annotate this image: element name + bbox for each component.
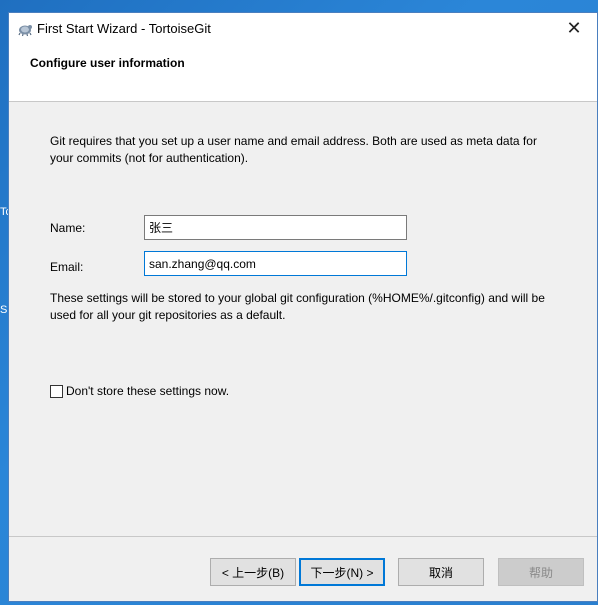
close-button[interactable]: ✕: [551, 13, 597, 44]
help-button[interactable]: 帮助: [498, 558, 584, 586]
name-label: Name:: [50, 221, 86, 235]
back-button[interactable]: < 上一步(B): [210, 558, 296, 586]
desktop-text-fragment: S: [0, 304, 8, 316]
tortoisegit-icon: [18, 25, 32, 37]
storage-note: These settings will be stored to your gl…: [50, 291, 545, 322]
next-button[interactable]: 下一步(N) >: [299, 558, 385, 586]
wizard-content: Git requires that you set up a user name…: [9, 102, 597, 537]
dont-store-label[interactable]: Don't store these settings now.: [66, 384, 229, 398]
cancel-button[interactable]: 取消: [398, 558, 484, 586]
dont-store-checkbox-row[interactable]: Don't store these settings now.: [50, 384, 229, 398]
email-field[interactable]: [144, 251, 407, 276]
close-icon: ✕: [566, 18, 582, 38]
title-bar[interactable]: First Start Wizard - TortoiseGit ✕: [9, 13, 597, 44]
intro-text: Git requires that you set up a user name…: [50, 134, 537, 165]
window-title: First Start Wizard - TortoiseGit: [37, 21, 211, 36]
wizard-window: First Start Wizard - TortoiseGit ✕ Confi…: [8, 12, 598, 602]
email-label: Email:: [50, 260, 84, 274]
wizard-header: Configure user information: [9, 44, 597, 102]
page-title: Configure user information: [30, 56, 185, 70]
dont-store-checkbox[interactable]: [50, 384, 63, 398]
name-field[interactable]: [144, 215, 407, 240]
